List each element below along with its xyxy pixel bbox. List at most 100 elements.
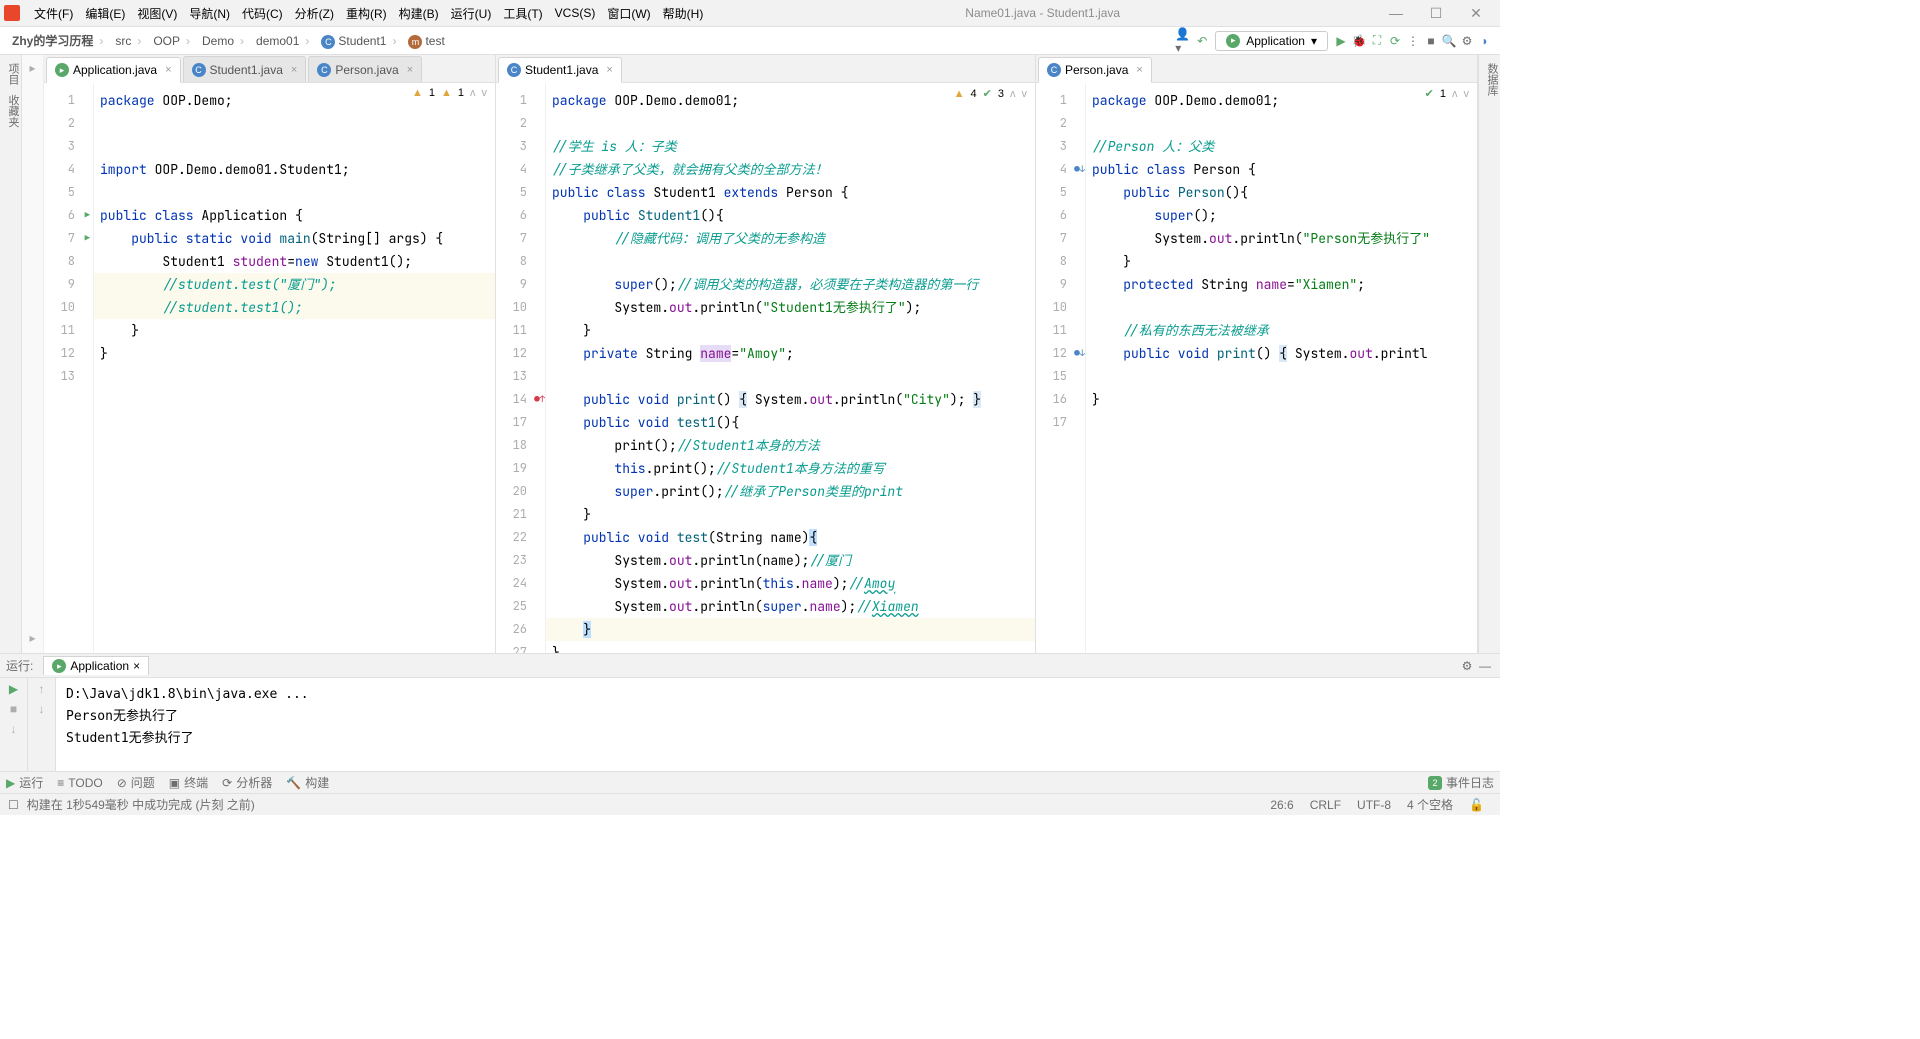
editor-tab[interactable]: ▸Application.java×: [46, 57, 181, 83]
line-number[interactable]: 16: [1036, 388, 1085, 411]
line-number[interactable]: 10: [496, 296, 545, 319]
editor-tab[interactable]: CStudent1.java×: [498, 57, 622, 83]
menu-file[interactable]: 文件(F): [28, 5, 79, 22]
line-number[interactable]: 3: [44, 135, 93, 158]
line-number[interactable]: 25: [496, 595, 545, 618]
code-line[interactable]: //隐藏代码：调用了父类的无参构造: [552, 227, 1035, 250]
nav-down-icon[interactable]: v: [482, 87, 488, 99]
code-line[interactable]: public void test(String name){: [552, 526, 1035, 549]
code-line[interactable]: [100, 112, 495, 135]
line-number[interactable]: 11: [1036, 319, 1085, 342]
inspection-right[interactable]: ✔1 ʌv: [1425, 87, 1469, 100]
menu-run[interactable]: 运行(U): [445, 5, 498, 22]
breadcrumb[interactable]: demo01: [250, 34, 315, 48]
user-icon[interactable]: 👤▾: [1175, 32, 1193, 50]
editor-tab[interactable]: CPerson.java×: [1038, 57, 1152, 83]
line-number[interactable]: 6: [496, 204, 545, 227]
status-enc[interactable]: UTF-8: [1349, 798, 1399, 812]
close-icon[interactable]: ×: [407, 64, 413, 76]
profile-button[interactable]: ⟳: [1386, 32, 1404, 50]
code-line[interactable]: public void test1(){: [552, 411, 1035, 434]
menu-nav[interactable]: 导航(N): [183, 5, 236, 22]
down-button[interactable]: ↓: [39, 702, 45, 716]
lock-icon[interactable]: 🔓: [1461, 798, 1492, 812]
line-number[interactable]: 9: [44, 273, 93, 296]
left-tool-strip[interactable]: 项目 收藏夹: [0, 55, 22, 653]
line-number[interactable]: 2: [1036, 112, 1085, 135]
code-line[interactable]: }: [1092, 388, 1477, 411]
line-number[interactable]: 8: [1036, 250, 1085, 273]
code-line[interactable]: }: [100, 319, 495, 342]
line-number[interactable]: 6: [44, 204, 93, 227]
line-number[interactable]: 9: [1036, 273, 1085, 296]
breadcrumb[interactable]: CStudent1: [315, 34, 402, 48]
line-number[interactable]: 11: [44, 319, 93, 342]
line-number[interactable]: 3: [1036, 135, 1085, 158]
bb-analyzer[interactable]: ⟳分析器: [222, 774, 272, 791]
line-number[interactable]: 13: [44, 365, 93, 388]
code-line[interactable]: public void print() { System.out.printl: [1092, 342, 1477, 365]
bb-terminal[interactable]: ▣终端: [169, 774, 208, 791]
code-line[interactable]: System.out.println(name);//厦门: [552, 549, 1035, 572]
code-line[interactable]: print();//Student1本身的方法: [552, 434, 1035, 457]
close-button[interactable]: ✕: [1456, 5, 1496, 22]
code-mid[interactable]: package OOP.Demo.demo01; //学生 is 人：子类//子…: [546, 83, 1035, 653]
code-line[interactable]: //student.test("厦门");: [94, 273, 495, 296]
line-number[interactable]: 2: [496, 112, 545, 135]
line-number[interactable]: 17: [1036, 411, 1085, 434]
run-app-tab[interactable]: ▸ Application ×: [43, 656, 149, 675]
line-number[interactable]: 27: [496, 641, 545, 653]
line-number[interactable]: 5: [1036, 181, 1085, 204]
code-line[interactable]: super();: [1092, 204, 1477, 227]
code-line[interactable]: [100, 181, 495, 204]
rerun-button[interactable]: ▶: [9, 682, 18, 696]
close-icon[interactable]: ×: [165, 64, 171, 76]
code-line[interactable]: //子类继承了父类，就会拥有父类的全部方法！: [552, 158, 1035, 181]
code-line[interactable]: }: [1092, 250, 1477, 273]
run-config-selector[interactable]: ▸ Application ▾: [1215, 31, 1328, 51]
status-pos[interactable]: 26:6: [1262, 798, 1301, 812]
line-number[interactable]: 20: [496, 480, 545, 503]
editor-tab[interactable]: CStudent1.java×: [183, 56, 307, 82]
code-line[interactable]: public Student1(){: [552, 204, 1035, 227]
bb-run[interactable]: ▶运行: [6, 774, 43, 791]
menu-vcs[interactable]: VCS(S): [549, 6, 602, 20]
line-number[interactable]: 15: [1036, 365, 1085, 388]
code-line[interactable]: System.out.println(super.name);//Xiamen: [552, 595, 1035, 618]
line-number[interactable]: 24: [496, 572, 545, 595]
line-number[interactable]: 7: [496, 227, 545, 250]
code-line[interactable]: public static void main(String[] args) {: [100, 227, 495, 250]
breadcrumb[interactable]: Zhy的学习历程: [6, 34, 109, 48]
bb-todo[interactable]: ≡TODO: [57, 776, 102, 790]
menu-view[interactable]: 视图(V): [131, 5, 183, 22]
menu-help[interactable]: 帮助(H): [657, 5, 710, 22]
line-number[interactable]: 11: [496, 319, 545, 342]
line-number[interactable]: 4: [496, 158, 545, 181]
menu-window[interactable]: 窗口(W): [601, 5, 656, 22]
bb-events[interactable]: 2事件日志: [1428, 774, 1494, 791]
gutter-right[interactable]: 123456789101112151617: [1036, 83, 1086, 653]
menu-edit[interactable]: 编辑(E): [79, 5, 131, 22]
code-line[interactable]: public class Application {: [100, 204, 495, 227]
code-left[interactable]: package OOP.Demo; import OOP.Demo.demo01…: [94, 83, 495, 653]
nav-down-icon[interactable]: v: [1464, 88, 1470, 100]
close-icon[interactable]: ×: [291, 64, 297, 76]
line-number[interactable]: 9: [496, 273, 545, 296]
gear-icon[interactable]: ⚙: [1458, 657, 1476, 675]
code-line[interactable]: public Person(){: [1092, 181, 1477, 204]
up-button[interactable]: ↑: [39, 682, 45, 696]
code-line[interactable]: [1092, 112, 1477, 135]
maximize-button[interactable]: ☐: [1416, 5, 1456, 22]
line-number[interactable]: 3: [496, 135, 545, 158]
code-line[interactable]: [100, 365, 495, 388]
bb-problems[interactable]: ⊘问题: [117, 774, 155, 791]
code-line[interactable]: [1092, 365, 1477, 388]
code-line[interactable]: import OOP.Demo.demo01.Student1;: [100, 158, 495, 181]
code-line[interactable]: Student1 student=new Student1();: [100, 250, 495, 273]
code-line[interactable]: [100, 135, 495, 158]
code-line[interactable]: System.out.println("Student1无参执行了");: [552, 296, 1035, 319]
code-line[interactable]: }: [546, 618, 1035, 641]
line-number[interactable]: 5: [44, 181, 93, 204]
line-number[interactable]: 2: [44, 112, 93, 135]
line-number[interactable]: 17: [496, 411, 545, 434]
